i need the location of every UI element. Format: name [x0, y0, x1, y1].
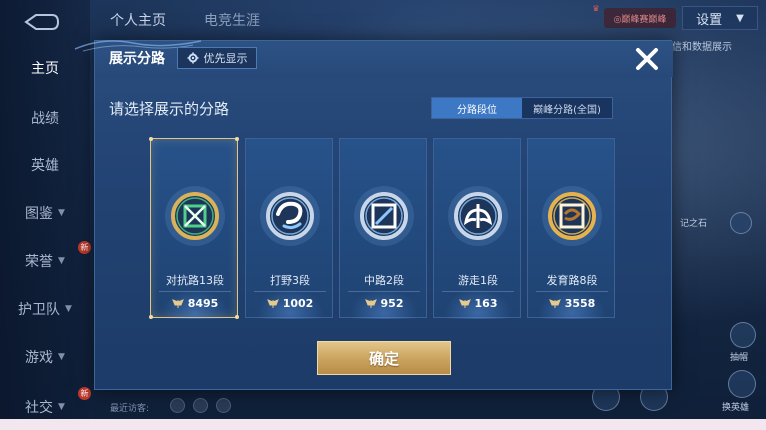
- tab-personal-home[interactable]: 个人主页: [110, 10, 166, 30]
- recent-visitors-label: 最近访客:: [110, 404, 150, 414]
- priority-display-label: 优先显示: [203, 52, 248, 65]
- sidebar-item-label: 主页: [31, 61, 59, 77]
- dialog-title: 展示分路: [109, 51, 165, 67]
- bottom-strip: [0, 419, 766, 430]
- chevron-down-icon: ▼: [58, 208, 65, 218]
- visitor-avatar[interactable]: [170, 398, 185, 413]
- sidebar-item[interactable]: 社交 ▼: [0, 395, 90, 419]
- tab-lane-rank[interactable]: 分路段位: [432, 98, 522, 118]
- rank-wing-icon: [266, 298, 279, 308]
- new-badge: 新: [78, 241, 91, 254]
- rank-wing-icon: [171, 298, 184, 308]
- lane-score: 8495: [151, 297, 239, 310]
- sidebar-item-label: 社交: [25, 400, 54, 416]
- sidebar-item[interactable]: 护卫队 ▼: [0, 297, 90, 321]
- sidebar-item-label: 荣誉: [25, 254, 54, 270]
- sidebar-item[interactable]: 图鉴 ▼: [0, 201, 90, 225]
- caret-down-icon: ▼: [736, 12, 744, 24]
- sidebar-item[interactable]: 战绩: [0, 106, 90, 130]
- guardian-wings-icon: [446, 184, 510, 248]
- score-value: 163: [474, 297, 498, 310]
- lane-score: 3558: [528, 297, 616, 310]
- chevron-down-icon: ▼: [58, 256, 65, 266]
- sidebar-item[interactable]: 英雄: [0, 153, 90, 177]
- sidebar-item[interactable]: 主页: [0, 56, 90, 80]
- selection-corner: [235, 137, 239, 141]
- slash-square-icon: [352, 184, 416, 248]
- score-value: 8495: [187, 297, 219, 310]
- new-badge: 新: [78, 387, 91, 400]
- tab-esports-career[interactable]: 电竞生涯: [204, 10, 260, 30]
- selection-corner: [235, 315, 239, 319]
- back-arrow-icon[interactable]: [22, 12, 62, 32]
- sidebar-item[interactable]: 游戏 ▼: [0, 345, 90, 369]
- lane-score: 163: [434, 297, 522, 310]
- swirl-claw-icon: [258, 184, 322, 248]
- shield-crossed-swords-icon: [163, 184, 227, 248]
- score-value: 3558: [564, 297, 596, 310]
- sidebar-item-label: 游戏: [25, 350, 54, 366]
- visitor-avatar[interactable]: [193, 398, 208, 413]
- priority-display-button[interactable]: 优先显示: [177, 47, 257, 69]
- settings-button[interactable]: 设置 ▼: [682, 6, 758, 30]
- tab-peak-lane-national[interactable]: 巅峰分路(全国): [522, 98, 612, 118]
- target-arrow-icon: [540, 184, 604, 248]
- close-icon[interactable]: [633, 45, 661, 73]
- switch-hero-icon[interactable]: [728, 370, 756, 398]
- sidebar-item-label: 英雄: [31, 158, 59, 174]
- sidebar-item[interactable]: 荣誉 ▼: [0, 249, 90, 273]
- peak-badge: ◎巅峰赛巅峰: [604, 8, 676, 28]
- lane-card[interactable]: 打野3段 1002: [245, 138, 334, 319]
- chevron-down-icon: ▼: [58, 352, 65, 362]
- rank-wing-icon: [548, 298, 561, 308]
- lane-card[interactable]: 对抗路13段 8495: [149, 137, 239, 319]
- lane-rank-label: 打野3段: [270, 274, 310, 287]
- chevron-down-icon: ▼: [58, 402, 65, 412]
- sidebar-item-label: 战绩: [31, 111, 59, 127]
- switch-hero-label: 换英雄: [722, 403, 750, 413]
- score-value: 1002: [282, 297, 314, 310]
- ranking-toggle: 分路段位 巅峰分路(全国): [431, 97, 613, 119]
- rank-wing-icon: [364, 298, 377, 308]
- sidebar-item-label: 图鉴: [25, 206, 54, 222]
- selection-corner: [149, 137, 153, 141]
- lane-score: 1002: [246, 297, 334, 310]
- chevron-down-icon: ▼: [65, 304, 72, 314]
- dialog-subtitle: 请选择展示的分路: [109, 100, 230, 118]
- settings-label: 设置: [696, 12, 723, 28]
- lane-rank-label: 对抗路13段: [166, 274, 224, 287]
- lane-card-list: 对抗路13段 8495 打野3段 1002 中路2段 952 游走1段 163 发育路8段 355…: [149, 137, 620, 319]
- flame-icon: ♛: [592, 4, 600, 13]
- sidebar-item-label: 护卫队: [18, 302, 61, 318]
- stone-icon[interactable]: [730, 212, 752, 234]
- gear-icon: [187, 52, 198, 64]
- selection-corner: [149, 315, 153, 319]
- lane-score: 952: [340, 297, 428, 310]
- data-display-link[interactable]: 信和数据展示: [672, 38, 732, 53]
- stone-label: 记之石: [680, 219, 708, 229]
- confirm-button[interactable]: 确定: [317, 341, 451, 375]
- lane-card[interactable]: 发育路8段 3558: [527, 138, 616, 319]
- hat-label: 抽帽: [730, 353, 749, 363]
- lane-rank-label: 游走1段: [458, 274, 498, 287]
- lane-rank-label: 发育路8段: [546, 274, 598, 287]
- hat-icon[interactable]: [730, 322, 756, 348]
- lane-display-dialog: 展示分路 优先显示 请选择展示的分路 分路段位 巅峰分路(全国) 对抗路13段 8…: [74, 40, 673, 390]
- visitor-avatar[interactable]: [216, 398, 231, 413]
- rank-wing-icon: [458, 298, 471, 308]
- lane-card[interactable]: 中路2段 952: [339, 138, 428, 319]
- lane-rank-label: 中路2段: [364, 274, 404, 287]
- lane-card[interactable]: 游走1段 163: [433, 138, 522, 319]
- score-value: 952: [380, 297, 404, 310]
